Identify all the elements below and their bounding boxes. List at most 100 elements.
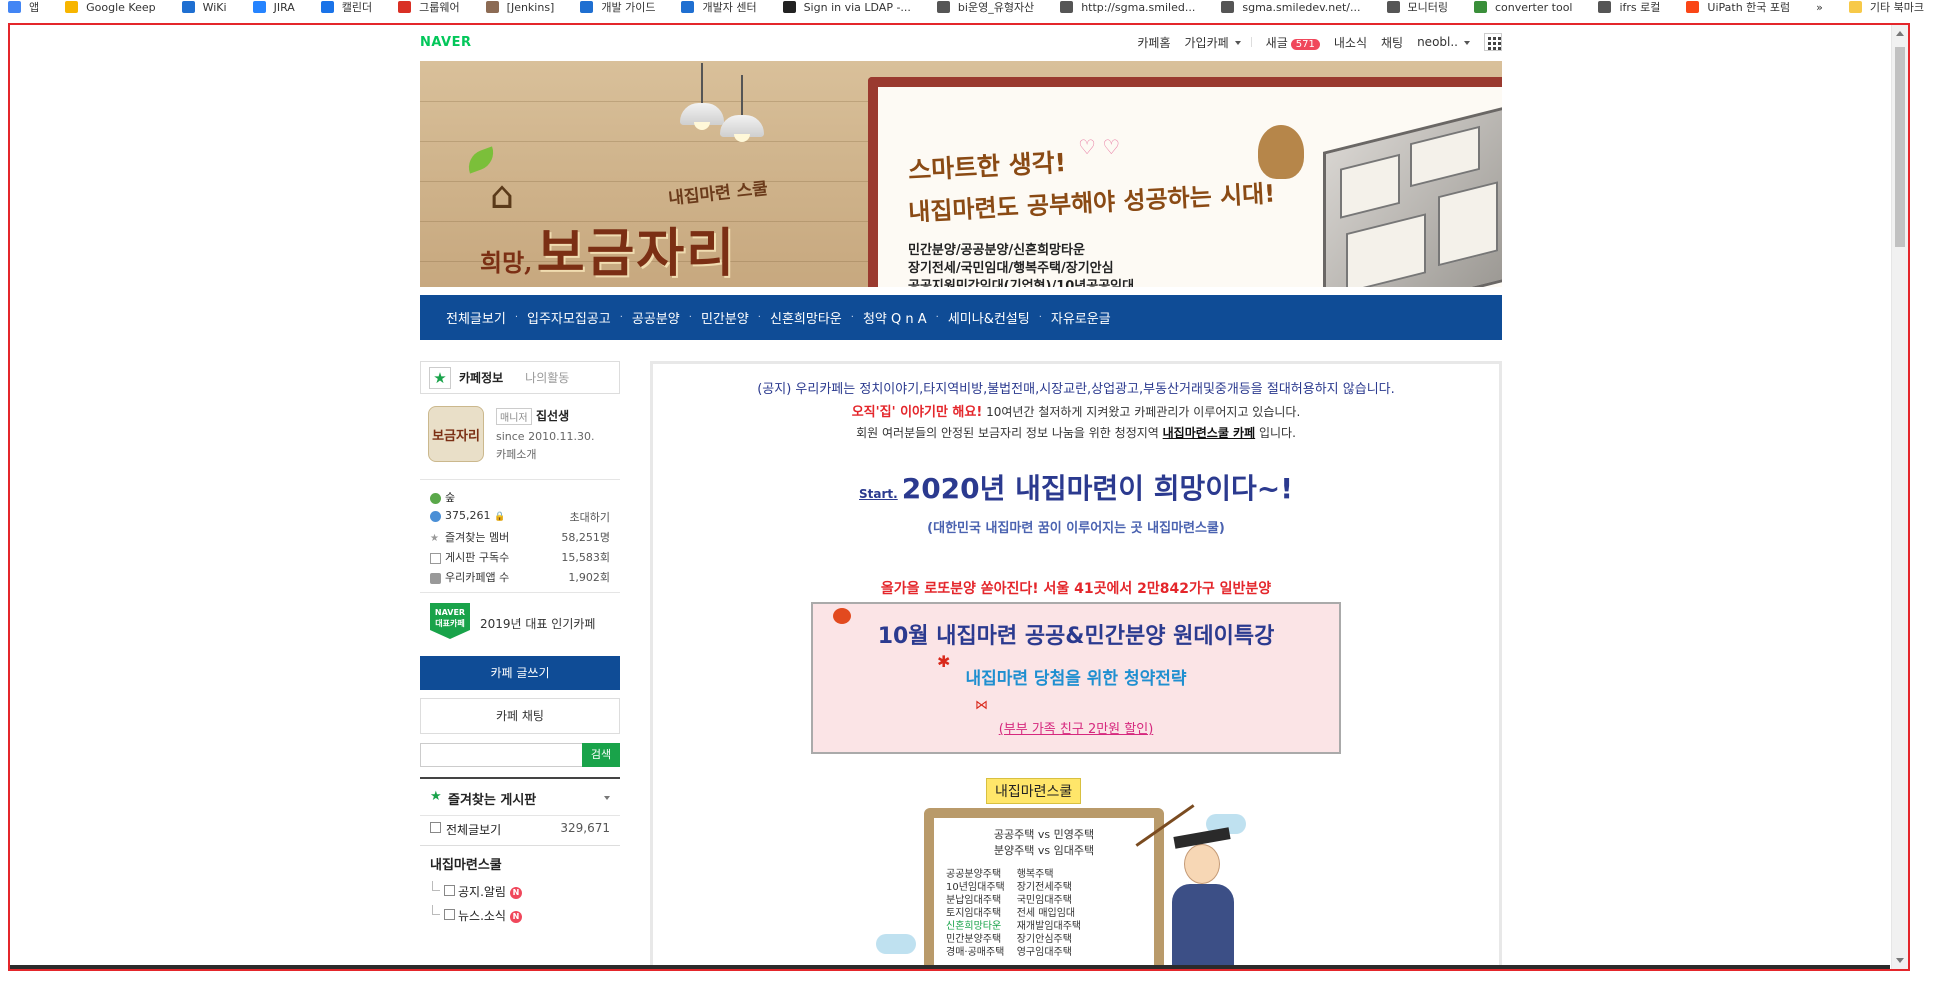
top-nav-menu: 카페홈 가입카페 새글 571 내소식 채팅 neobl.. [1123,33,1502,51]
bookmarks-bar: 앱 Google Keep WiKi JIRA 캘린더 그룹웨어 [Jenkins] 개발 가… [0,0,1936,14]
board-label: 뉴스.소식 [458,909,506,923]
bookmark-label: ifrs 로컬 [1619,1,1661,14]
board-news[interactable]: 뉴스.소식 N [420,903,620,927]
joined-cafe-menu[interactable]: 가입카페 [1185,34,1241,51]
bookmark-item[interactable]: 캘린더 [320,0,372,14]
bookmark-item[interactable]: UiPath 한국 포럼 [1686,0,1790,14]
cafe-home-link[interactable]: 카페홈 [1137,34,1170,51]
bookmark-item[interactable]: JIRA [252,0,295,14]
bookmark-item[interactable]: 기타 북마크 [1848,0,1924,14]
bookmark-item[interactable]: ifrs 로컬 [1598,0,1660,14]
menu-item[interactable]: 자유로운글 [1051,308,1111,327]
bookmark-item[interactable]: converter tool [1474,1,1572,14]
housing-type: 장기안심주택 [1016,934,1072,945]
bookmark-label: JIRA [273,0,295,14]
bookmark-item[interactable]: 앱 [8,0,39,14]
notice-cafe: 회원 여러분들의 안정된 보금자리 정보 나눔을 위한 청정지역 내집마련스쿨 … [653,424,1499,441]
school-tag: 내집마련스쿨 [986,778,1082,804]
bookmark-item[interactable]: 모니터링 [1386,0,1448,14]
scroll-thumb[interactable] [1895,47,1905,247]
event-subtitle: 내집마련 당첨을 위한 청약전략 [965,669,1187,689]
menu-item[interactable]: 청약 Q n A [863,308,927,327]
board-line: 분양주택 vs 임대주택 [993,844,1095,857]
write-post-button[interactable]: 카페 글쓰기 [420,656,620,690]
bookmark-item[interactable]: http://sgma.smiled... [1060,1,1195,14]
news-link[interactable]: 내소식 [1334,34,1367,51]
headline-title: 2020년 내집마련이 희망이다~! [901,472,1293,505]
bookmark-item[interactable]: Sign in via LDAP -... [782,1,911,14]
globe-icon [1060,1,1074,13]
ribbon-icon: ⋈ [975,698,988,713]
bookmark-label: 개발자 센터 [702,1,757,14]
banner-list-item: 민간분양/공공분양/신혼희망타운 [908,243,1085,258]
chat-link[interactable]: 채팅 [1381,34,1403,51]
scroll-down-icon[interactable] [1896,958,1904,963]
headline: Start. 2020년 내집마련이 희망이다~! [653,467,1499,507]
cafe-chat-button[interactable]: 카페 채팅 [420,698,620,734]
bookmark-item[interactable]: bi운영_유형자산 [936,0,1034,14]
cafe-profile: 보금자리 매니저 집선생 since 2010.11.30. 카페소개 [420,400,620,480]
cafe-intro-link[interactable]: 카페소개 [496,446,536,462]
scroll-up-icon[interactable] [1896,31,1904,36]
sidebar-tabs: ★ 카페정보 나의활동 [420,361,620,394]
bookmark-item[interactable]: 그룹웨어 [398,0,460,14]
new-posts-badge: 571 [1290,38,1320,50]
fav-boards-header[interactable]: ★ 즐겨찾는 게시판 [420,777,620,815]
bookmark-item[interactable]: WiKi [181,1,227,14]
cafe-banner[interactable]: ⌂ 희망, 보금자리 내집마련 스쿨 ♡ ♡ 스마트한 생각! 내집마련도 공부… [420,61,1502,287]
notice-text: 회원 여러분들의 안정된 보금자리 정보 나눔을 위한 청정지역 [856,426,1163,440]
bookmark-item[interactable]: [Jenkins] [485,1,554,14]
chevron-down-icon[interactable] [604,796,610,800]
bookmark-item[interactable]: » [1816,1,1823,14]
apps-grid-icon[interactable] [1484,33,1502,51]
tree-icon [430,492,441,504]
bookmark-label: 개발 가이드 [601,1,656,14]
housing-type: 공공분양주택 [946,869,1002,880]
naver-logo[interactable]: NAVER [420,35,472,50]
search-button[interactable]: 검색 [582,743,620,767]
bookmark-item[interactable]: Google Keep [65,1,156,14]
logo-big-text: 보금자리 [536,223,737,284]
event-box[interactable]: 10월 내집마련 공공&민간분양 원데이특강 ✱ 내집마련 당첨을 위한 청약전… [811,602,1341,754]
menu-item[interactable]: 입주자모집공고 [527,308,611,327]
housing-types: 공공분양주택 10년임대주택 분납임대주택 토지임대주택 신혼희망타운 민간분양주택 경매·… [946,868,1081,959]
invite-link[interactable]: 초대하기 [570,509,610,525]
members-count[interactable]: 375,261 [445,509,491,522]
user-menu[interactable]: neobl.. [1417,35,1470,49]
board-notice[interactable]: 공지.알림 N [420,879,620,903]
scrollbar[interactable] [1891,25,1908,969]
search-input[interactable] [420,743,582,767]
menu-item[interactable]: 신혼희망타운 [770,308,842,327]
bookmark-item[interactable]: sgma.smiledev.net/... [1221,1,1361,14]
tab-cafe-info[interactable]: 카페정보 [459,369,503,386]
board-all-posts[interactable]: 전체글보기 329,671 [420,815,620,839]
housing-type: 장기전세주택 [1016,882,1072,893]
rank-text: 2019년 대표 인기카페 [480,617,596,631]
cafe-name-link[interactable]: 내집마련스쿨 카페 [1163,426,1256,440]
chevron-down-icon [1234,41,1241,45]
hot-news[interactable]: 올가을 로또분양 쏟아진다! 서울 41곳에서 2만842가구 일반분양 [653,578,1499,598]
globe-icon [1386,1,1400,13]
globe-icon [936,1,950,13]
housing-type: 분납임대주택 [946,895,1002,906]
star-icon[interactable]: ★ [429,366,451,389]
board-line: 공공주택 vs 민영주택 [993,828,1095,841]
new-posts-link[interactable]: 새글 571 [1266,34,1320,51]
top-nav: NAVER 카페홈 가입카페 새글 571 내소식 채팅 neobl.. [420,25,1502,61]
board-label: 공지.알림 [458,885,506,899]
menu-item[interactable]: 전체글보기 [446,308,506,327]
cafe-thumbnail[interactable]: 보금자리 [428,406,484,462]
manager-name[interactable]: 집선생 [536,407,569,424]
joined-cafe-label: 가입카페 [1184,35,1229,50]
bookmark-item[interactable]: 개발자 센터 [681,0,757,14]
bookmark-item[interactable]: 개발 가이드 [580,0,655,14]
user-name: neobl.. [1417,35,1458,49]
lamp-icon [680,63,724,130]
start-link[interactable]: Start. [859,487,898,501]
event-discount: (부부 가족 친구 2만원 할인) [998,722,1154,737]
menu-item[interactable]: 공공분양 [632,308,680,327]
teddy-bear-icon [1258,125,1304,179]
menu-item[interactable]: 민간분양 [701,308,749,327]
menu-item[interactable]: 세미나&컨설팅 [948,308,1030,327]
tab-my-activity[interactable]: 나의활동 [525,369,569,386]
